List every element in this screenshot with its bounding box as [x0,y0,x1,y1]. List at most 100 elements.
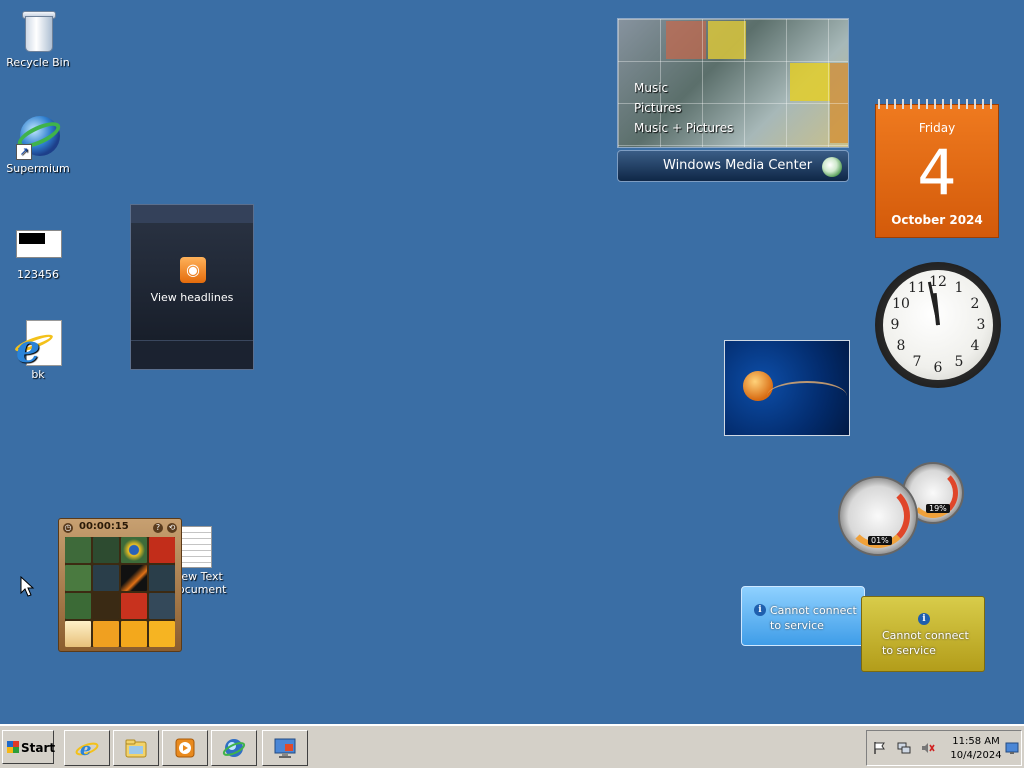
text-document-icon [180,526,212,568]
image-file-label: 123456 [17,268,59,281]
folder-icon [125,739,147,758]
currency-gadget[interactable]: i Cannot connect to service [861,596,985,672]
recycle-bin-icon [14,6,62,54]
cpu-meter-gadget[interactable]: 19% 01% [838,462,966,558]
quicklaunch-internet-explorer[interactable]: e [64,730,110,766]
network-icon[interactable] [897,741,911,755]
calendar-day-number: 4 [917,136,957,209]
tray-clock[interactable]: 11:58 AM 10/4/2024 [947,735,1005,763]
puzzle-tile[interactable] [65,593,91,619]
puzzle-tile[interactable] [121,537,147,563]
calendar-day-name: Friday [918,121,956,135]
puzzle-tile[interactable] [149,621,175,647]
slideshow-gadget[interactable] [724,340,850,436]
clock-number: 3 [976,317,986,333]
quicklaunch-explorer[interactable] [113,730,159,766]
clock-number: 4 [970,338,980,354]
clock-number: 1 [954,280,964,296]
quicklaunch-supermium[interactable] [211,730,257,766]
media-center-item-music-pictures[interactable]: Music + Pictures [634,121,733,135]
clock-number: 2 [970,296,980,312]
puzzle-clock-icon[interactable]: ◷ [63,523,73,533]
show-desktop-tray-icon[interactable] [1005,741,1019,755]
view-headlines-link[interactable]: View headlines [131,291,253,304]
clock-number: 7 [912,354,922,370]
calendar-rings [878,99,996,109]
action-center-flag-icon[interactable] [873,741,887,755]
puzzle-tile[interactable] [65,537,91,563]
media-center-item-music[interactable]: Music [634,81,668,95]
puzzle-header: ◷ 00:00:15 ? ⟲ [63,521,177,535]
memory-readout: 19% [926,504,950,513]
internet-shortcut-icon: e [13,318,62,371]
puzzle-help-icon[interactable]: ? [153,523,163,533]
puzzle-tile[interactable] [93,565,119,591]
puzzle-tile[interactable] [65,621,91,647]
supermium-label: Supermium [6,162,70,175]
show-desktop-icon [274,738,296,758]
media-player-icon [175,738,195,758]
puzzle-board [65,537,175,647]
clock-number: 10 [892,296,910,312]
supermium-icon: ↗ [14,112,64,160]
tray-time: 11:58 AM [952,736,1000,747]
quicklaunch-show-desktop[interactable] [262,730,308,766]
picture-puzzle-gadget[interactable]: ◷ 00:00:15 ? ⟲ [58,518,182,652]
feed-header [131,205,253,223]
puzzle-tile[interactable] [65,565,91,591]
windows-logo-icon [822,157,842,177]
puzzle-tile[interactable] [149,537,175,563]
mouse-cursor-icon [20,576,35,597]
tray-date: 10/4/2024 [950,750,1002,761]
cpu-readout: 01% [868,536,892,545]
cpu-dial: 01% [838,476,918,556]
clock-number: 5 [954,354,964,370]
media-center-title: Windows Media Center [663,158,813,173]
recycle-bin-label: Recycle Bin [6,56,70,69]
desktop-icon-bk[interactable]: e bk [0,318,76,381]
svg-text:e: e [80,739,91,760]
desktop-icon-supermium[interactable]: ↗ Supermium [0,112,76,175]
media-center-title-bar[interactable]: Windows Media Center [617,150,849,182]
system-tray: 11:58 AM 10/4/2024 [866,730,1022,766]
clock-number: 11 [908,280,926,296]
info-icon: i [754,604,766,616]
start-button[interactable]: Start [2,730,56,764]
puzzle-tile[interactable] [93,593,119,619]
desktop-icon-123456[interactable]: 123456 [0,218,76,281]
puzzle-tile[interactable] [121,621,147,647]
weather-gadget[interactable]: i Cannot connect to service [741,586,865,646]
volume-muted-icon[interactable] [921,741,935,755]
image-file-icon [14,218,62,266]
clock-face: 12 1 2 3 4 5 6 7 8 9 10 11 [883,270,993,380]
clock-number: 6 [933,360,943,376]
start-label: Start [21,741,56,755]
puzzle-tile[interactable] [93,537,119,563]
supermium-icon [222,739,246,757]
weather-status: Cannot connect to service [770,603,857,633]
shortcut-arrow-icon: ↗ [16,144,32,160]
media-center-item-pictures[interactable]: Pictures [634,101,682,115]
currency-status-line1: Cannot connect [882,629,969,642]
puzzle-tile[interactable] [93,621,119,647]
clock-gadget[interactable]: 12 1 2 3 4 5 6 7 8 9 10 11 [875,262,1001,388]
clock-number: 8 [896,338,906,354]
calendar-gadget[interactable]: Friday 4 October 2024 [875,99,999,238]
windows-flag-icon [7,741,19,753]
puzzle-shuffle-icon[interactable]: ⟲ [167,523,177,533]
puzzle-tile[interactable] [149,565,175,591]
feed-headlines-gadget[interactable]: ◉ View headlines [130,204,254,370]
quicklaunch-media-player[interactable] [162,730,208,766]
puzzle-tile[interactable] [149,593,175,619]
weather-status-line1: Cannot connect [770,604,857,617]
currency-status: Cannot connect to service [882,628,969,658]
clock-number: 9 [890,317,900,333]
jellyfish-tendrils [767,381,847,411]
puzzle-tile[interactable] [121,593,147,619]
puzzle-tile[interactable] [121,565,147,591]
desktop-icon-recycle-bin[interactable]: Recycle Bin [0,6,76,69]
media-center-gadget[interactable]: Music Pictures Music + Pictures Windows … [617,18,849,182]
currency-status-line2: to service [882,644,936,657]
weather-status-line2: to service [770,619,824,632]
media-center-tiles: Music Pictures Music + Pictures [617,18,849,148]
